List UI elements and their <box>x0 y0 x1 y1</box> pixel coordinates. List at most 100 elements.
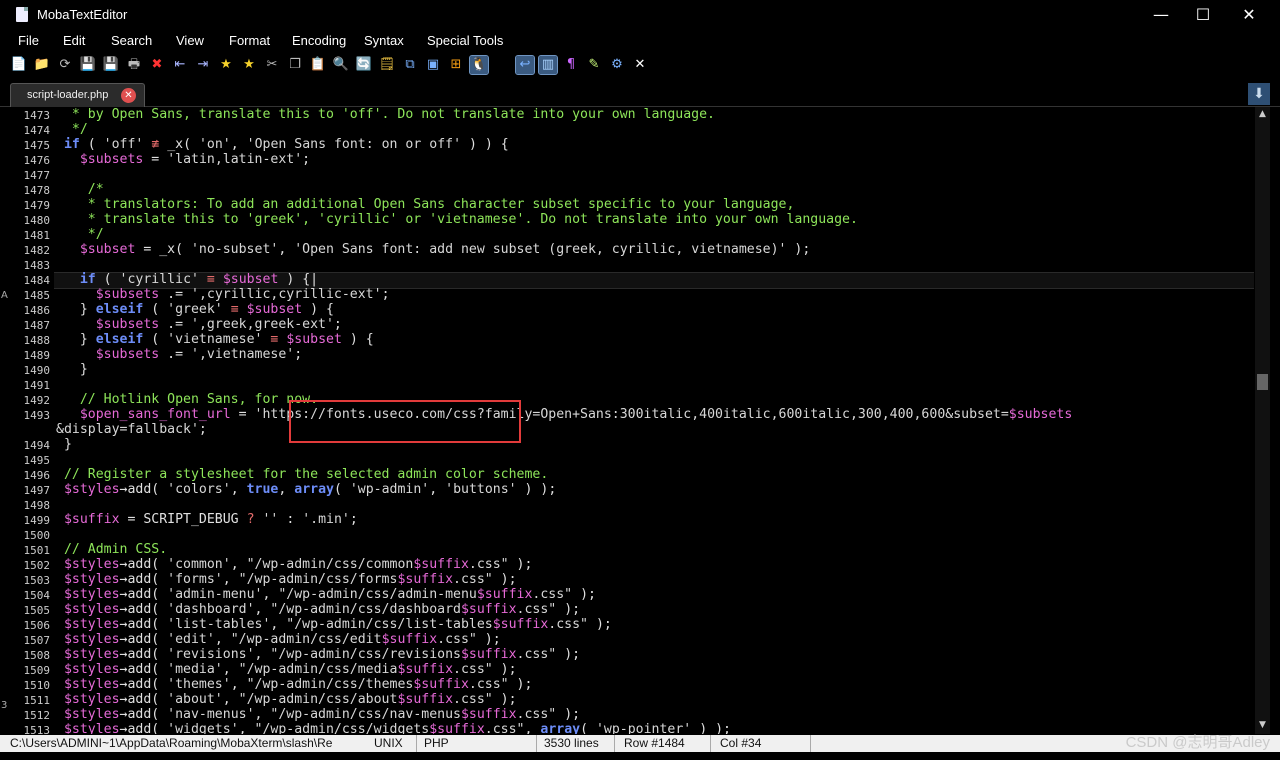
status-col: Col #34 <box>720 736 762 750</box>
close-editor-icon[interactable]: ✕ <box>631 56 649 74</box>
code-line[interactable]: $styles→add( 'widgets', "/wp-admin/css/w… <box>56 722 731 734</box>
line-number: 1511 <box>23 694 51 707</box>
title-bar: MobaTextEditor — ☐ ✕ <box>0 0 1280 30</box>
tab-close-icon[interactable]: ✕ <box>121 88 136 103</box>
code-line[interactable]: $subsets .= ',vietnamese'; <box>56 347 302 362</box>
code-line[interactable]: * translators: To add an additional Open… <box>56 197 795 212</box>
line-number: 1485 <box>23 289 51 302</box>
split-view-icon[interactable]: ▥ <box>538 55 558 75</box>
line-number: 1503 <box>23 574 51 587</box>
code-line[interactable]: if ( 'cyrillic' ≡ $subset ) {| <box>56 272 318 287</box>
code-line[interactable]: */ <box>56 122 88 137</box>
code-line[interactable]: * translate this to 'greek', 'cyrillic' … <box>56 212 858 227</box>
code-line[interactable]: $styles→add( 'admin-menu', "/wp-admin/cs… <box>56 587 596 602</box>
line-number: 1494 <box>23 439 51 452</box>
word-wrap-icon[interactable]: ↩ <box>515 55 535 75</box>
code-line[interactable]: $styles→add( 'nav-menus', "/wp-admin/css… <box>56 707 580 722</box>
reload-icon[interactable]: ⟳ <box>56 56 74 74</box>
print-icon[interactable]: 🖶 <box>125 56 143 74</box>
scroll-thumb[interactable] <box>1257 374 1268 390</box>
menu-special-tools[interactable]: Special Tools <box>427 33 503 48</box>
cut-icon[interactable]: ✂ <box>263 56 281 74</box>
menu-view[interactable]: View <box>176 33 204 48</box>
open-folder-icon[interactable]: 📁 <box>33 56 51 74</box>
menu-encoding[interactable]: Encoding <box>292 33 346 48</box>
save-icon[interactable]: 💾 <box>79 56 97 74</box>
settings-icon[interactable]: ⚙ <box>608 56 626 74</box>
line-number: 1499 <box>23 514 51 527</box>
code-line[interactable]: if ( 'off' ≢ _x( 'on', 'Open Sans font: … <box>56 137 509 152</box>
code-line[interactable]: $styles→add( 'media', "/wp-admin/css/med… <box>56 662 517 677</box>
menu-edit[interactable]: Edit <box>63 33 85 48</box>
menu-format[interactable]: Format <box>229 33 270 48</box>
code-line[interactable]: $styles→add( 'colors', true, array( 'wp-… <box>56 482 556 497</box>
code-line[interactable]: &display=fallback'; <box>56 422 207 437</box>
mac-line-ending-icon[interactable] <box>493 56 511 74</box>
copy-icon[interactable]: ❐ <box>286 56 304 74</box>
code-line[interactable]: // Register a stylesheet for the selecte… <box>56 467 548 482</box>
code-line[interactable]: } <box>56 437 72 452</box>
notes-icon[interactable]: 🗒 <box>378 56 396 74</box>
window-icon[interactable]: ▣ <box>424 56 442 74</box>
watermark: CSDN @志明哥Adley <box>1125 734 1270 751</box>
code-line[interactable]: $suffix = SCRIPT_DEBUG ? '' : '.min'; <box>56 512 358 527</box>
code-line[interactable]: $open_sans_font_url = 'https://fonts.use… <box>56 407 1072 422</box>
code-editor[interactable]: * by Open Sans, translate this to 'off'.… <box>54 107 1254 734</box>
tab-list-arrow-icon[interactable]: ⬇ <box>1248 83 1270 105</box>
unindent-icon[interactable]: ⇥ <box>194 56 212 74</box>
code-line[interactable]: $styles→add( 'forms', "/wp-admin/css/for… <box>56 572 517 587</box>
code-line[interactable]: /* <box>56 182 104 197</box>
code-line[interactable]: $styles→add( 'list-tables', "/wp-admin/c… <box>56 617 612 632</box>
code-line[interactable]: $styles→add( 'dashboard', "/wp-admin/css… <box>56 602 580 617</box>
close-window-button[interactable]: ✕ <box>1226 4 1272 26</box>
vertical-scrollbar[interactable]: ▲ ▼ <box>1255 107 1270 734</box>
save-all-icon[interactable]: 💾 <box>102 56 120 74</box>
paste-icon[interactable]: 📋 <box>309 56 327 74</box>
code-line[interactable]: $styles→add( 'revisions', "/wp-admin/css… <box>56 647 580 662</box>
line-number: 1483 <box>23 259 51 272</box>
tab-script-loader[interactable]: script-loader.php ✕ <box>10 83 145 107</box>
line-number: 1488 <box>23 334 51 347</box>
code-line[interactable]: $subsets = 'latin,latin-ext'; <box>56 152 310 167</box>
line-number: 1504 <box>23 589 51 602</box>
show-symbols-icon[interactable]: ¶ <box>562 56 580 74</box>
code-line[interactable]: */ <box>56 227 104 242</box>
line-number: 1507 <box>23 634 51 647</box>
bookmark-icon[interactable]: ★ <box>217 56 235 74</box>
compare-icon[interactable]: ⧉ <box>401 56 419 74</box>
code-line[interactable]: // Hotlink Open Sans, for now. <box>56 392 318 407</box>
status-row: Row #1484 <box>624 736 685 750</box>
windows-line-ending-icon[interactable]: ⊞ <box>447 56 465 74</box>
find-replace-icon[interactable]: 🔄 <box>355 56 373 74</box>
code-line[interactable]: * by Open Sans, translate this to 'off'.… <box>56 107 715 122</box>
line-number: 1502 <box>23 559 51 572</box>
code-line[interactable]: // Admin CSS. <box>56 542 167 557</box>
menu-syntax[interactable]: Syntax <box>364 33 404 48</box>
code-line[interactable]: } elseif ( 'greek' ≡ $subset ) { <box>56 302 334 317</box>
code-line[interactable]: $subsets .= ',greek,greek-ext'; <box>56 317 342 332</box>
code-line[interactable]: $styles→add( 'edit', "/wp-admin/css/edit… <box>56 632 501 647</box>
maximize-button[interactable]: ☐ <box>1180 4 1226 26</box>
line-number: 1489 <box>23 349 51 362</box>
linux-line-ending-icon[interactable]: 🐧 <box>469 55 489 75</box>
highlight-icon[interactable]: ✎ <box>585 56 603 74</box>
line-number: 1477 <box>23 169 51 182</box>
code-line[interactable]: $styles→add( 'themes', "/wp-admin/css/th… <box>56 677 532 692</box>
minimize-button[interactable]: — <box>1138 4 1184 26</box>
new-file-icon[interactable]: 📄 <box>10 56 28 74</box>
code-line[interactable]: $styles→add( 'common', "/wp-admin/css/co… <box>56 557 532 572</box>
tab-label: script-loader.php <box>27 89 109 101</box>
find-icon[interactable]: 🔍 <box>332 56 350 74</box>
app-icon <box>16 7 28 22</box>
code-line[interactable]: } elseif ( 'vietnamese' ≡ $subset ) { <box>56 332 374 347</box>
menu-file[interactable]: File <box>18 33 39 48</box>
code-line[interactable]: $subset = _x( 'no-subset', 'Open Sans fo… <box>56 242 810 257</box>
code-line[interactable]: } <box>56 362 88 377</box>
scroll-up-icon[interactable]: ▲ <box>1255 109 1270 121</box>
code-line[interactable]: $subsets .= ',cyrillic,cyrillic-ext'; <box>56 287 390 302</box>
indent-icon[interactable]: ⇤ <box>171 56 189 74</box>
bookmark-next-icon[interactable]: ★ <box>240 56 258 74</box>
menu-search[interactable]: Search <box>111 33 152 48</box>
code-line[interactable]: $styles→add( 'about', "/wp-admin/css/abo… <box>56 692 517 707</box>
close-file-icon[interactable]: ✖ <box>148 56 166 74</box>
